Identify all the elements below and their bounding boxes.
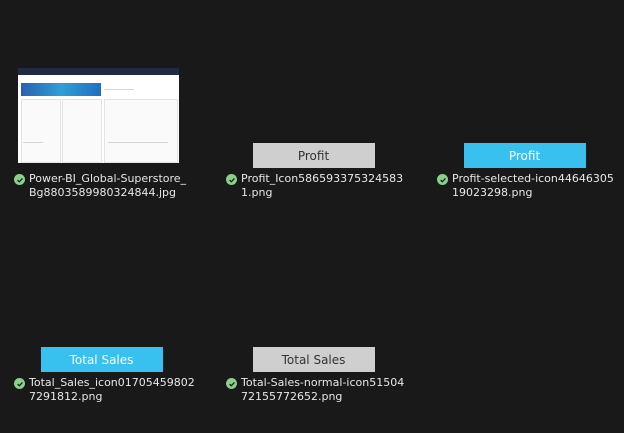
file-name-line2: 19023298.png <box>452 186 533 199</box>
file-name-line1: Total-Sales-normal-icon51504 <box>241 376 405 389</box>
check-circle-icon <box>226 378 237 389</box>
file-name-line2: Bg8803589980324844.jpg <box>29 186 177 199</box>
check-circle-icon <box>226 174 237 185</box>
file-tile-profit-selected-icon[interactable]: Profit Profit-selected-icon44646305 1902… <box>437 68 614 200</box>
file-name-line1: Power-BI_Global-Superstore_ <box>29 172 187 185</box>
total-sales-normal-button-preview: Total Sales <box>252 347 375 372</box>
file-thumbnail: Total Sales <box>226 272 401 372</box>
file-tile-total-sales-normal-icon[interactable]: Total Sales Total-Sales-normal-icon51504… <box>226 272 405 404</box>
file-thumbnail: Profit <box>226 68 401 168</box>
file-tile-total-sales-icon[interactable]: Total Sales Total_Sales_icon01705459802 … <box>14 272 195 404</box>
file-name-line2: 72155772652.png <box>241 390 343 403</box>
profit-button-preview: Profit <box>252 143 375 168</box>
check-circle-icon <box>437 174 448 185</box>
file-tile-dashboard[interactable]: Power-BI_Global-Superstore_ Bg8803589980… <box>14 68 189 200</box>
dashboard-thumbnail-image <box>18 68 179 163</box>
file-name-line2: 7291812.png <box>29 390 103 403</box>
check-circle-icon <box>14 174 25 185</box>
file-name-line1: Profit_Icon586593375324583 <box>241 172 404 185</box>
file-name-line1: Profit-selected-icon44646305 <box>452 172 614 185</box>
file-tile-profit-icon[interactable]: Profit Profit_Icon586593375324583 1.png <box>226 68 404 200</box>
check-circle-icon <box>14 378 25 389</box>
file-thumbnail <box>14 68 189 168</box>
profit-selected-button-preview: Profit <box>463 143 586 168</box>
file-name-line2: 1.png <box>241 186 273 199</box>
total-sales-button-preview: Total Sales <box>40 347 163 372</box>
file-name-line1: Total_Sales_icon01705459802 <box>29 376 195 389</box>
file-thumbnail: Profit <box>437 68 612 168</box>
file-thumbnail: Total Sales <box>14 272 189 372</box>
file-grid: Power-BI_Global-Superstore_ Bg8803589980… <box>0 0 624 433</box>
